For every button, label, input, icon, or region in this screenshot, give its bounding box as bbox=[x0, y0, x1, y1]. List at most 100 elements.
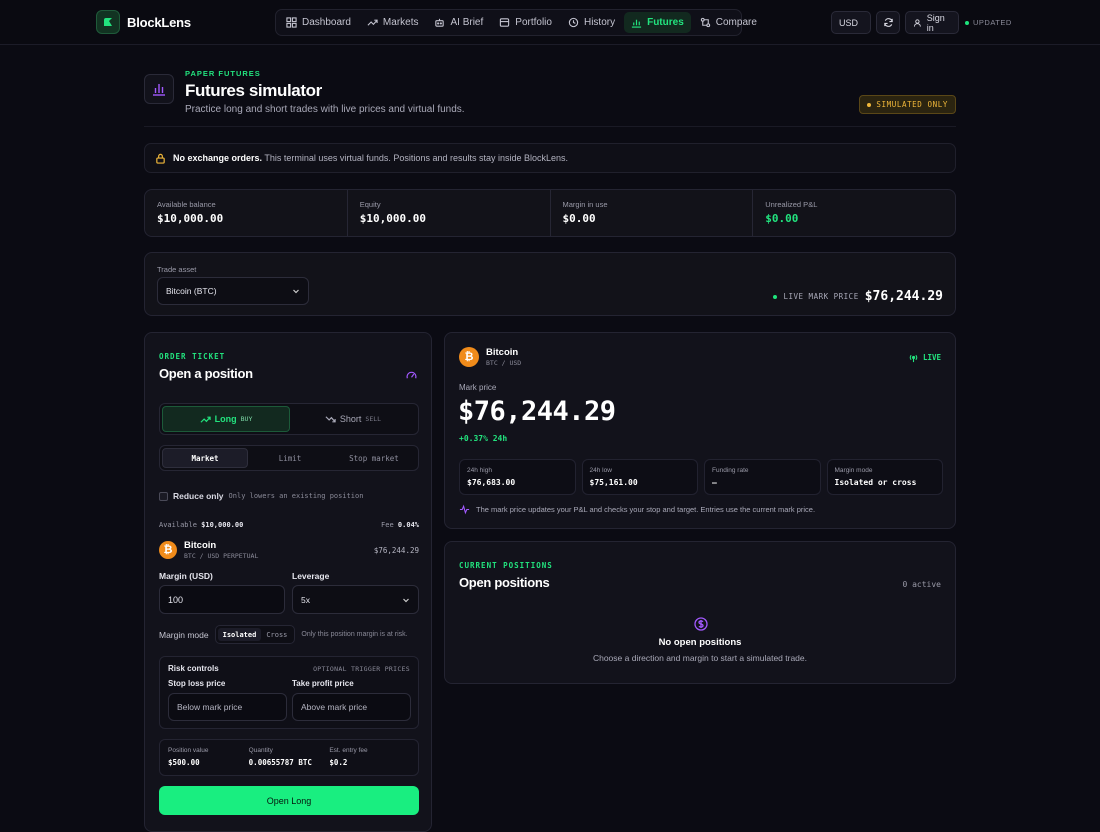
selected-asset: Bitcoin (BTC) bbox=[166, 286, 217, 296]
page-title: Futures simulator bbox=[185, 81, 322, 100]
mark-price: $76,244.29 bbox=[458, 396, 616, 427]
leverage-label: Leverage bbox=[292, 571, 330, 581]
box-label: Funding rate bbox=[712, 467, 749, 474]
badge-label: SIMULATED ONLY bbox=[876, 100, 948, 109]
robot-icon bbox=[435, 18, 445, 27]
mark-price-label: Mark price bbox=[459, 383, 497, 392]
mode-isolated[interactable]: Isolated bbox=[217, 628, 262, 641]
refresh-button[interactable] bbox=[876, 11, 900, 34]
leverage-value: 5x bbox=[301, 594, 310, 605]
user-icon bbox=[914, 18, 921, 27]
positions-card: CURRENT POSITIONS Open positions 0 activ… bbox=[444, 541, 956, 684]
header-eyebrow: PAPER FUTURES bbox=[185, 69, 261, 78]
long-button[interactable]: Long BUY bbox=[162, 406, 290, 432]
risk-title: Risk controls bbox=[168, 664, 219, 673]
nav-dashboard[interactable]: Dashboard bbox=[279, 12, 358, 33]
main-nav: Dashboard Markets AI Brief Portfolio His… bbox=[275, 9, 757, 36]
lock-icon bbox=[156, 153, 165, 164]
page-header: PAPER FUTURES Futures simulator Practice… bbox=[144, 67, 956, 127]
reduce-only-row: Reduce only Only lowers an existing posi… bbox=[159, 491, 363, 501]
chevron-down-icon bbox=[403, 598, 409, 602]
dollar-coin-icon bbox=[694, 617, 708, 631]
short-button[interactable]: Short SELL bbox=[290, 406, 416, 432]
stop-loss-input[interactable]: Below mark price bbox=[168, 693, 287, 721]
summary-value: $500.00 bbox=[168, 758, 200, 767]
reduce-only-label: Reduce only bbox=[173, 491, 224, 501]
ticket-asset-price: $76,244.29 bbox=[373, 545, 419, 555]
short-sub: SELL bbox=[365, 415, 382, 423]
fee-label: Fee bbox=[381, 521, 394, 529]
summary-value: $0.2 bbox=[329, 758, 348, 767]
nav-label: Compare bbox=[715, 17, 757, 28]
long-sub: BUY bbox=[240, 415, 253, 423]
order-type-tabs: Market Limit Stop market bbox=[159, 445, 419, 471]
box-value: $75,161.00 bbox=[589, 478, 638, 487]
ticket-asset-name: Bitcoin bbox=[184, 540, 217, 551]
leverage-select[interactable]: 5x bbox=[292, 585, 419, 614]
take-profit-label: Take profit price bbox=[292, 679, 354, 688]
broadcast-icon bbox=[909, 354, 918, 363]
sign-in-button[interactable]: Sign in bbox=[905, 11, 959, 34]
notice-text: This terminal uses virtual funds. Positi… bbox=[264, 153, 569, 163]
brand-logo[interactable]: BlockLens bbox=[96, 10, 191, 34]
wallet-icon bbox=[500, 18, 510, 27]
tab-market[interactable]: Market bbox=[162, 448, 248, 468]
margin-label: Margin (USD) bbox=[159, 571, 213, 581]
nav-portfolio[interactable]: Portfolio bbox=[492, 12, 559, 33]
updated-label: UPDATED bbox=[973, 18, 1012, 27]
empty-title: No open positions bbox=[658, 637, 742, 648]
open-long-button[interactable]: Open Long bbox=[159, 786, 419, 815]
box-value: $76,683.00 bbox=[467, 478, 516, 487]
updated-status: UPDATED bbox=[965, 18, 1012, 27]
sign-in-label: Sign in bbox=[926, 12, 945, 33]
summary-value: 0.00655787 BTC bbox=[248, 758, 312, 767]
stat-value: $10,000.00 bbox=[359, 212, 426, 225]
stat-margin-in-use: Margin in use $0.00 bbox=[551, 190, 754, 236]
simulated-badge: SIMULATED ONLY bbox=[859, 95, 956, 114]
stat-value: $0.00 bbox=[765, 212, 799, 225]
nav-ai-brief[interactable]: AI Brief bbox=[427, 12, 490, 33]
summary-entry-fee: Est. entry fee $0.2 bbox=[329, 747, 410, 768]
stop-loss-label: Stop loss price bbox=[168, 679, 226, 688]
available-value: $10,000.00 bbox=[201, 521, 244, 529]
box-label: Margin mode bbox=[834, 467, 873, 474]
reduce-only-checkbox[interactable] bbox=[159, 491, 168, 501]
order-ticket: ORDER TICKET Open a position Long BUY Sh… bbox=[144, 332, 432, 832]
currency-label: USD bbox=[839, 17, 859, 28]
tab-stop-market[interactable]: Stop market bbox=[332, 448, 416, 468]
stat-available-balance: Available balance $10,000.00 bbox=[145, 190, 348, 236]
nav-futures[interactable]: Futures bbox=[624, 12, 691, 33]
ticket-eyebrow: ORDER TICKET bbox=[159, 352, 226, 361]
nav-label: Futures bbox=[647, 17, 684, 28]
status-dot bbox=[965, 20, 969, 25]
box-label: 24h low bbox=[589, 467, 612, 474]
trending-down-icon bbox=[325, 415, 336, 422]
stat-24h-low: 24h low $75,161.00 bbox=[581, 459, 698, 495]
summary-label: Quantity bbox=[248, 747, 273, 754]
live-dot bbox=[773, 294, 778, 299]
bitcoin-icon: ₿ bbox=[459, 347, 479, 367]
stat-value: $0.00 bbox=[562, 212, 596, 225]
margin-value: 100 bbox=[168, 594, 184, 605]
stat-value: $10,000.00 bbox=[157, 212, 224, 225]
nav-markets[interactable]: Markets bbox=[360, 12, 426, 33]
nav-label: AI Brief bbox=[450, 17, 484, 28]
tab-limit[interactable]: Limit bbox=[248, 448, 332, 468]
margin-input[interactable]: 100 bbox=[159, 585, 285, 614]
box-value: Isolated or cross bbox=[834, 478, 917, 487]
ticket-asset-pair: BTC / USD PERPETUAL bbox=[184, 552, 259, 560]
margin-mode-toggle: Isolated Cross bbox=[214, 625, 296, 644]
nav-label: History bbox=[583, 17, 616, 28]
available-fee-row: Available $10,000.00 Fee 0.04% bbox=[159, 521, 419, 529]
nav-compare[interactable]: Compare bbox=[693, 12, 764, 33]
trade-asset-select[interactable]: Bitcoin (BTC) bbox=[157, 277, 309, 305]
short-label: Short bbox=[339, 414, 362, 424]
mode-cross[interactable]: Cross bbox=[261, 628, 292, 641]
price-change: +0.37% 24h bbox=[459, 434, 508, 443]
ticket-title: Open a position bbox=[159, 366, 253, 381]
take-profit-input[interactable]: Above mark price bbox=[292, 693, 411, 721]
currency-select[interactable]: USD bbox=[831, 11, 871, 34]
nav-label: Dashboard bbox=[302, 17, 351, 28]
mark-price-note: The mark price updates your P&L and chec… bbox=[459, 504, 815, 515]
nav-history[interactable]: History bbox=[561, 12, 622, 33]
